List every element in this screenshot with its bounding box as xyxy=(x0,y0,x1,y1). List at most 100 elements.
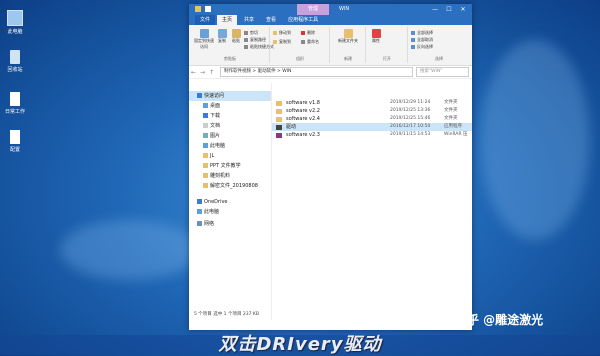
tab-file[interactable]: 文件 xyxy=(195,15,216,25)
ribbon: 固定到快速访问 复制 粘贴 剪切 复制路径 粘贴快捷方式 剪贴板 移动到 复制到… xyxy=(189,25,472,66)
nav-item[interactable]: PPT 文件教学 xyxy=(189,161,271,171)
close-button[interactable]: ✕ xyxy=(456,5,470,14)
context-tab-manage[interactable]: 管理 xyxy=(297,4,329,15)
nav-item[interactable]: 图片 xyxy=(189,131,271,141)
tab-view[interactable]: 查看 xyxy=(261,15,281,25)
nav-item[interactable]: 此电脑 xyxy=(189,141,271,151)
new-group: 新建文件夹 新建 xyxy=(331,27,366,63)
window-title: WIN xyxy=(339,6,350,12)
shortcut-icon xyxy=(244,45,248,49)
nav-item[interactable]: OneDrive xyxy=(189,197,271,207)
select-none-button[interactable]: 全部取消 xyxy=(411,37,433,43)
nav-item[interactable]: 快速访问 xyxy=(189,91,271,101)
nav-item-label: 图片 xyxy=(210,133,221,139)
copy-label: 复制 xyxy=(218,38,226,43)
move-to-button[interactable]: 移动到 xyxy=(273,30,291,36)
maximize-button[interactable]: ☐ xyxy=(442,5,456,14)
up-arrow-icon[interactable]: ↑ xyxy=(207,69,216,76)
file-row[interactable]: software v2.2 2019/12/25 13:36 文件夹 xyxy=(272,107,472,115)
minimize-button[interactable]: — xyxy=(428,5,442,14)
folder-icon xyxy=(203,163,208,168)
search-input[interactable]: 搜索"WIN" xyxy=(416,67,469,77)
copy-to-button[interactable]: 复制到 xyxy=(273,39,291,45)
computer-icon xyxy=(197,209,202,214)
new-folder-icon xyxy=(343,29,353,38)
select-none-icon xyxy=(411,38,415,42)
file-row[interactable]: software v2.3 2019/11/15 14:53 WinRAR 压 xyxy=(272,131,472,139)
file-date: 2019/12/29 11:24 xyxy=(390,100,431,105)
cut-button[interactable]: 剪切 xyxy=(244,30,258,36)
checkmark-icon xyxy=(371,29,381,38)
nav-item-label: 快速访问 xyxy=(204,93,225,99)
rename-icon xyxy=(301,40,305,44)
pin-quick-access-button[interactable]: 固定到快速访问 xyxy=(193,29,215,50)
explorer-body: 快速访问 桌面 下载 文档 图片 此电脑 JL PPT 文件教学 雕刻机料 解密文件_201908… xyxy=(189,83,472,320)
file-row[interactable]: software v1.8 2019/12/29 11:24 文件夹 xyxy=(272,99,472,107)
properties-button[interactable]: 属性 xyxy=(369,29,383,44)
rename-button[interactable]: 重命名 xyxy=(301,39,319,45)
nav-item-label: PPT 文件教学 xyxy=(210,163,241,169)
properties-icon[interactable] xyxy=(205,6,211,12)
paste-shortcut-button[interactable]: 粘贴快捷方式 xyxy=(244,44,274,50)
quick-access-toolbar xyxy=(195,6,211,12)
nav-item[interactable]: 桌面 xyxy=(189,101,271,111)
nav-item[interactable]: JL xyxy=(189,151,271,161)
tab-share[interactable]: 共享 xyxy=(239,15,259,25)
forward-arrow-icon[interactable]: → xyxy=(198,69,207,76)
address-path[interactable]: 制作软件视频 > 驱动软件 > WIN xyxy=(220,67,413,77)
desktop-icon-recycle-bin[interactable]: 回收站 xyxy=(4,50,26,73)
select-all-button[interactable]: 全部选择 xyxy=(411,30,433,36)
picture-icon xyxy=(203,133,208,138)
app-icon xyxy=(276,124,282,130)
folder-icon[interactable] xyxy=(195,6,201,12)
copy-path-button[interactable]: 复制路径 xyxy=(244,37,266,43)
copy-icon xyxy=(217,29,227,38)
desktop-icon-daily-work[interactable]: 日常工作 xyxy=(4,92,26,115)
file-date: 2019/12/25 15:46 xyxy=(390,116,431,121)
folder-icon xyxy=(273,31,277,35)
nav-item[interactable]: 雕刻机料 xyxy=(189,171,271,181)
delete-icon xyxy=(301,31,305,35)
nav-item[interactable]: 网络 xyxy=(189,219,271,229)
tab-app-tools[interactable]: 应用程序工具 xyxy=(283,15,323,25)
group-label: 打开 xyxy=(383,56,391,61)
organize-group: 移动到 复制到 删除 重命名 组织 xyxy=(271,27,330,63)
file-row[interactable]: software v2.4 2019/12/25 15:46 文件夹 xyxy=(272,115,472,123)
nav-item[interactable]: 文档 xyxy=(189,121,271,131)
path-icon xyxy=(244,38,248,42)
document-icon xyxy=(10,92,20,106)
document-icon xyxy=(203,123,208,128)
invert-label: 反向选择 xyxy=(417,44,433,49)
delete-label: 删除 xyxy=(307,30,315,35)
nav-item[interactable]: 此电脑 xyxy=(189,207,271,217)
file-name: 驱动 xyxy=(286,124,297,130)
scissors-icon xyxy=(244,31,248,35)
file-type: 文件夹 xyxy=(444,100,458,105)
tab-home[interactable]: 主页 xyxy=(217,15,238,25)
nav-item-label: 此电脑 xyxy=(204,209,220,215)
new-folder-button[interactable]: 新建文件夹 xyxy=(335,29,361,44)
nav-item-label: 桌面 xyxy=(210,103,221,109)
address-bar-row: ← → ↑ 制作软件视频 > 驱动软件 > WIN 搜索"WIN" xyxy=(189,66,472,79)
paste-button[interactable]: 粘贴 xyxy=(229,29,243,44)
delete-button[interactable]: 删除 xyxy=(301,30,315,36)
file-type: 应用程序 xyxy=(444,124,462,129)
nav-item[interactable]: 下载 xyxy=(189,111,271,121)
pin-label: 固定到快速访问 xyxy=(194,38,214,49)
desktop-icon-this-pc[interactable]: 此电脑 xyxy=(4,10,26,35)
back-arrow-icon[interactable]: ← xyxy=(189,69,198,76)
file-row[interactable]: 驱动 2016/12/17 10:50 应用程序 xyxy=(272,123,472,131)
nav-item[interactable]: 解密文件_20190808 xyxy=(189,181,271,191)
nav-item-label: OneDrive xyxy=(204,199,228,205)
folder-icon xyxy=(203,183,208,188)
folder-icon xyxy=(276,108,282,114)
computer-icon xyxy=(203,143,208,148)
rename-label: 重命名 xyxy=(307,39,319,44)
file-name: software v2.2 xyxy=(286,108,320,114)
copy-button[interactable]: 复制 xyxy=(215,29,229,44)
invert-selection-button[interactable]: 反向选择 xyxy=(411,44,433,50)
desktop-icon-config[interactable]: 配置 xyxy=(4,130,26,153)
folder-icon xyxy=(276,100,282,106)
group-label: 新建 xyxy=(344,56,352,61)
download-icon xyxy=(203,113,208,118)
